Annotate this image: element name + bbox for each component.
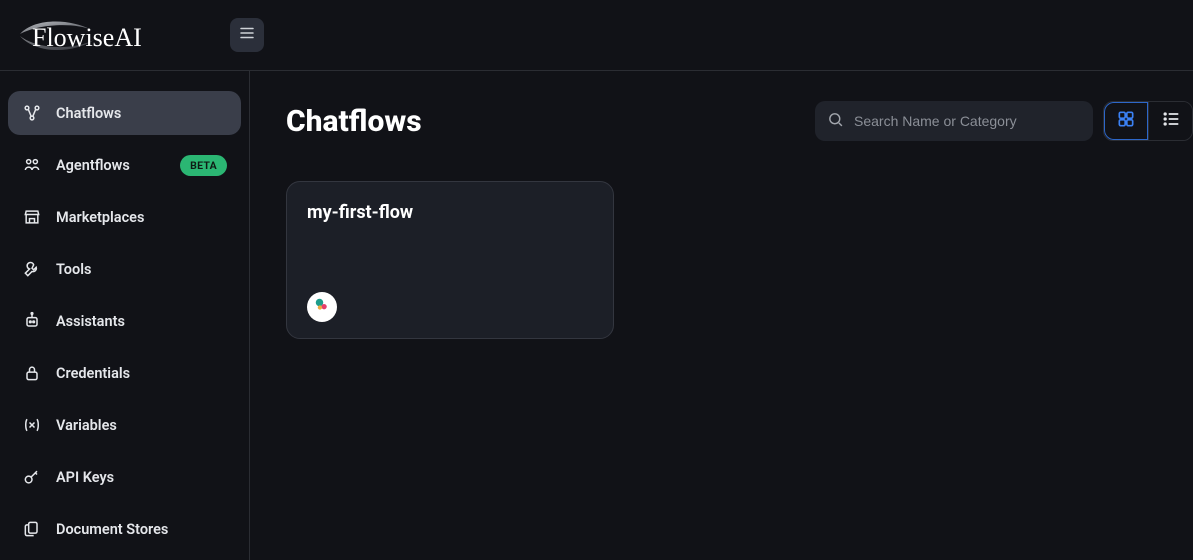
- list-icon: [1161, 109, 1181, 133]
- menu-icon: [238, 24, 256, 46]
- documents-icon: [22, 519, 42, 539]
- sidebar-item-label: API Keys: [56, 469, 114, 486]
- model-badge: [307, 292, 337, 322]
- sidebar-item-agentflows[interactable]: Agentflows BETA: [8, 143, 241, 187]
- sidebar-item-credentials[interactable]: Credentials: [8, 351, 241, 395]
- topbar: FlowiseAI: [0, 0, 1193, 71]
- brand-logo: FlowiseAI: [14, 12, 190, 58]
- variable-icon: [22, 415, 42, 435]
- sidebar-item-marketplaces[interactable]: Marketplaces: [8, 195, 241, 239]
- robot-icon: [22, 311, 42, 331]
- sidebar-item-label: Variables: [56, 417, 117, 434]
- sidebar-item-variables[interactable]: Variables: [8, 403, 241, 447]
- menu-toggle-button[interactable]: [230, 18, 264, 52]
- sidebar-item-apikeys[interactable]: API Keys: [8, 455, 241, 499]
- main-content: Chatflows: [250, 71, 1193, 560]
- sidebar-item-label: Agentflows: [56, 157, 130, 174]
- sidebar-item-label: Marketplaces: [56, 209, 144, 226]
- lock-icon: [22, 363, 42, 383]
- sidebar: Chatflows Agentflows BETA M: [0, 71, 250, 560]
- grid-view-button[interactable]: [1104, 102, 1148, 140]
- agents-icon: [22, 155, 42, 175]
- sidebar-item-label: Assistants: [56, 313, 125, 330]
- page-title: Chatflows: [286, 104, 422, 139]
- sidebar-item-label: Document Stores: [56, 521, 168, 538]
- list-view-button[interactable]: [1148, 102, 1192, 140]
- store-icon: [22, 207, 42, 227]
- sidebar-item-label: Chatflows: [56, 105, 121, 122]
- grid-icon: [1116, 109, 1136, 133]
- search-input[interactable]: [854, 113, 1081, 129]
- view-toggle: [1103, 101, 1193, 141]
- chatflow-card[interactable]: my-first-flow: [286, 181, 614, 339]
- sidebar-item-label: Tools: [56, 261, 91, 278]
- sidebar-item-chatflows[interactable]: Chatflows: [8, 91, 241, 135]
- sidebar-item-tools[interactable]: Tools: [8, 247, 241, 291]
- tools-icon: [22, 259, 42, 279]
- brand-text: FlowiseAI: [32, 23, 142, 52]
- openai-icon: [312, 295, 332, 319]
- sidebar-item-label: Credentials: [56, 365, 130, 382]
- sidebar-item-documentstores[interactable]: Document Stores: [8, 507, 241, 551]
- search-box[interactable]: [815, 101, 1093, 141]
- flow-icon: [22, 103, 42, 123]
- card-title: my-first-flow: [307, 202, 593, 223]
- search-icon: [827, 111, 844, 132]
- key-icon: [22, 467, 42, 487]
- beta-badge: BETA: [180, 155, 227, 176]
- sidebar-item-assistants[interactable]: Assistants: [8, 299, 241, 343]
